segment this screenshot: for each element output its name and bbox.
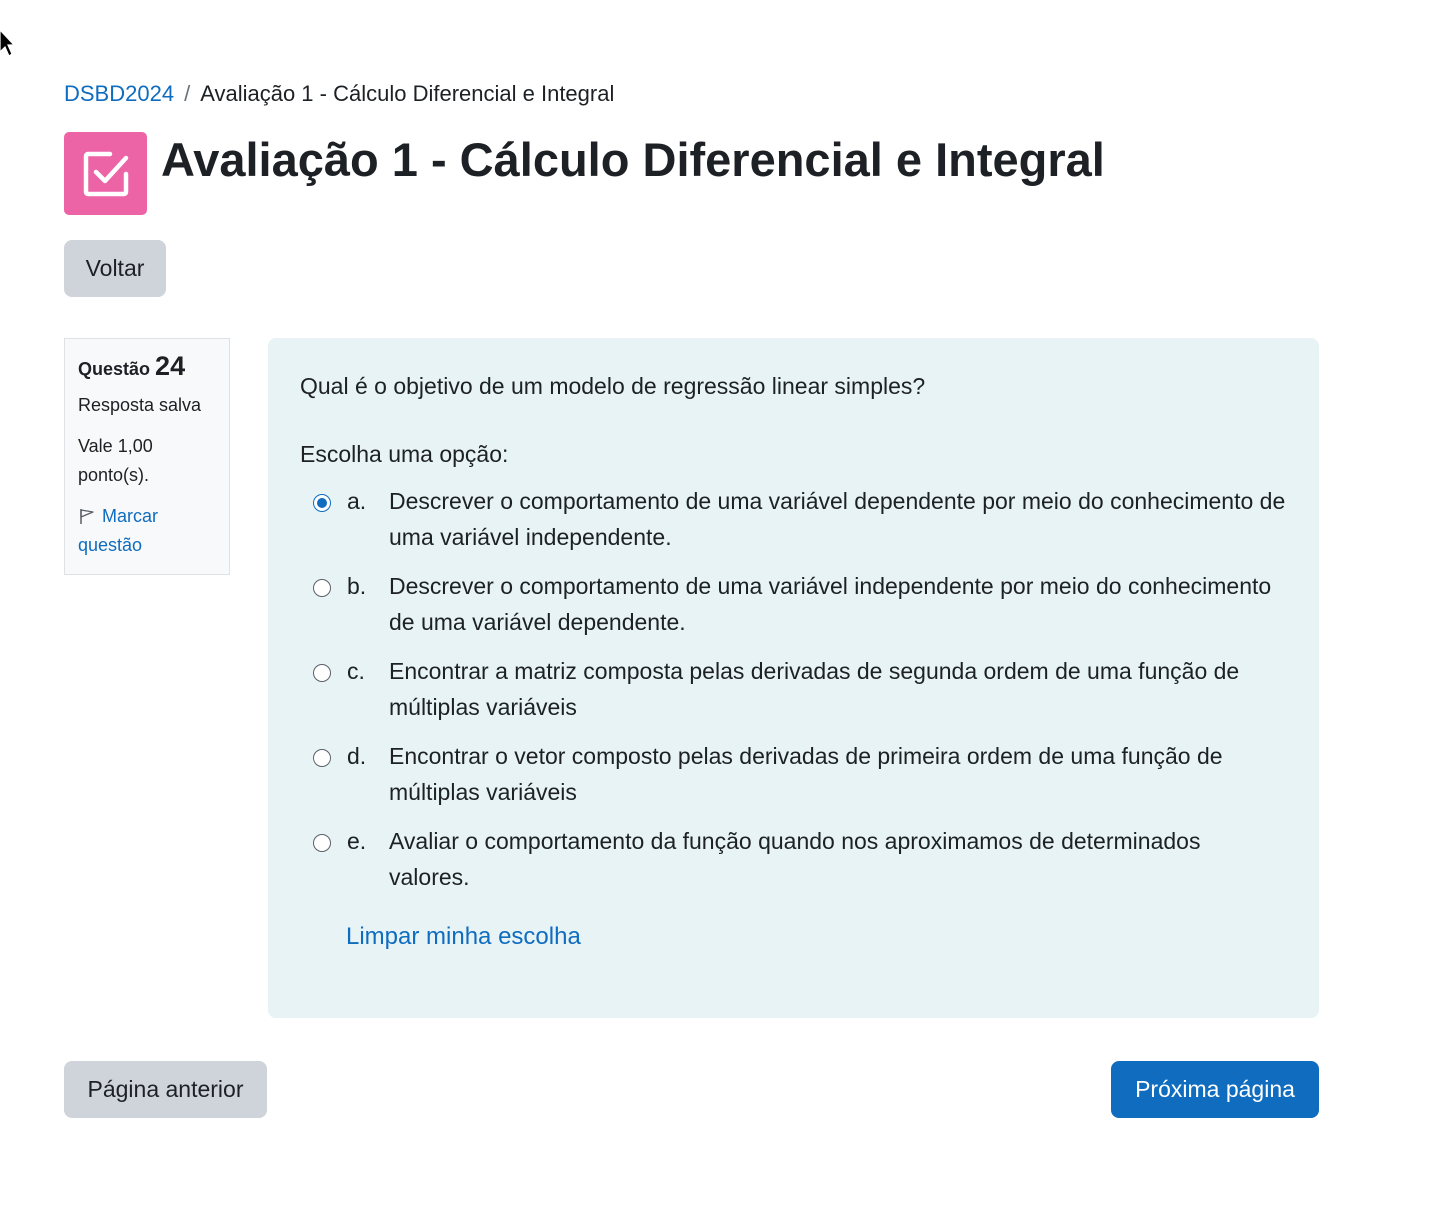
answer-radio-a[interactable] xyxy=(313,494,331,512)
back-button[interactable]: Voltar xyxy=(64,240,166,297)
answer-text: Encontrar o vetor composto pelas derivad… xyxy=(389,743,1223,805)
answer-text: Encontrar a matriz composta pelas deriva… xyxy=(389,658,1240,720)
flag-question-link[interactable]: Marcar questão xyxy=(78,502,216,560)
answer-option-c[interactable]: c. Encontrar a matriz composta pelas der… xyxy=(300,658,1287,725)
next-page-button[interactable]: Próxima página xyxy=(1111,1061,1319,1118)
answer-radio-d[interactable] xyxy=(313,749,331,767)
answer-letter: b. xyxy=(347,573,367,599)
flag-icon xyxy=(80,509,94,524)
previous-page-button[interactable]: Página anterior xyxy=(64,1061,267,1118)
question-number: Questão 24 xyxy=(78,351,216,384)
question-label: Questão xyxy=(78,359,151,379)
mouse-cursor-icon xyxy=(0,29,14,57)
answer-letter: d. xyxy=(347,743,367,769)
answer-option-e[interactable]: e. Avaliar o comportamento da função qua… xyxy=(300,828,1287,895)
question-number-value: 24 xyxy=(155,351,186,381)
breadcrumb-separator: / xyxy=(184,81,191,106)
answer-text: Descrever o comportamento de uma variáve… xyxy=(389,488,1286,550)
breadcrumb-current: Avaliação 1 - Cálculo Diferencial e Inte… xyxy=(200,81,615,106)
page-title: Avaliação 1 - Cálculo Diferencial e Inte… xyxy=(161,132,1105,186)
question-state: Resposta salva xyxy=(78,395,202,415)
answer-text: Avaliar o comportamento da função quando… xyxy=(389,828,1201,890)
answer-option-b[interactable]: b. Descrever o comportamento de uma vari… xyxy=(300,573,1287,640)
clear-choice-link[interactable]: Limpar minha escolha xyxy=(346,923,581,951)
page-header: Avaliação 1 - Cálculo Diferencial e Inte… xyxy=(64,132,1105,215)
answer-letter: e. xyxy=(347,828,367,854)
answer-option-d[interactable]: d. Encontrar o vetor composto pelas deri… xyxy=(300,743,1287,810)
answer-radio-c[interactable] xyxy=(313,664,331,682)
question-content: Qual é o objetivo de um modelo de regres… xyxy=(268,338,1319,1018)
question-text: Qual é o objetivo de um modelo de regres… xyxy=(300,373,926,399)
breadcrumb: DSBD2024 / Avaliação 1 - Cálculo Diferenci… xyxy=(64,80,614,108)
answer-prompt: Escolha uma opção: xyxy=(300,441,509,467)
breadcrumb-course-link[interactable]: DSBD2024 xyxy=(64,81,174,106)
question-grade: Vale 1,00 ponto(s). xyxy=(78,436,153,485)
quiz-check-icon xyxy=(64,132,147,215)
answer-option-a[interactable]: a. Descrever o comportamento de uma vari… xyxy=(300,488,1287,555)
answer-text: Descrever o comportamento de uma variáve… xyxy=(389,573,1272,635)
answer-letter: a. xyxy=(347,488,367,514)
answer-radio-e[interactable] xyxy=(313,834,331,852)
answer-radio-b[interactable] xyxy=(313,579,331,597)
answer-options: a. Descrever o comportamento de uma vari… xyxy=(300,488,1287,895)
question-info-panel: Questão 24 Resposta salva Vale 1,00 pont… xyxy=(64,338,230,575)
answer-letter: c. xyxy=(347,658,365,684)
